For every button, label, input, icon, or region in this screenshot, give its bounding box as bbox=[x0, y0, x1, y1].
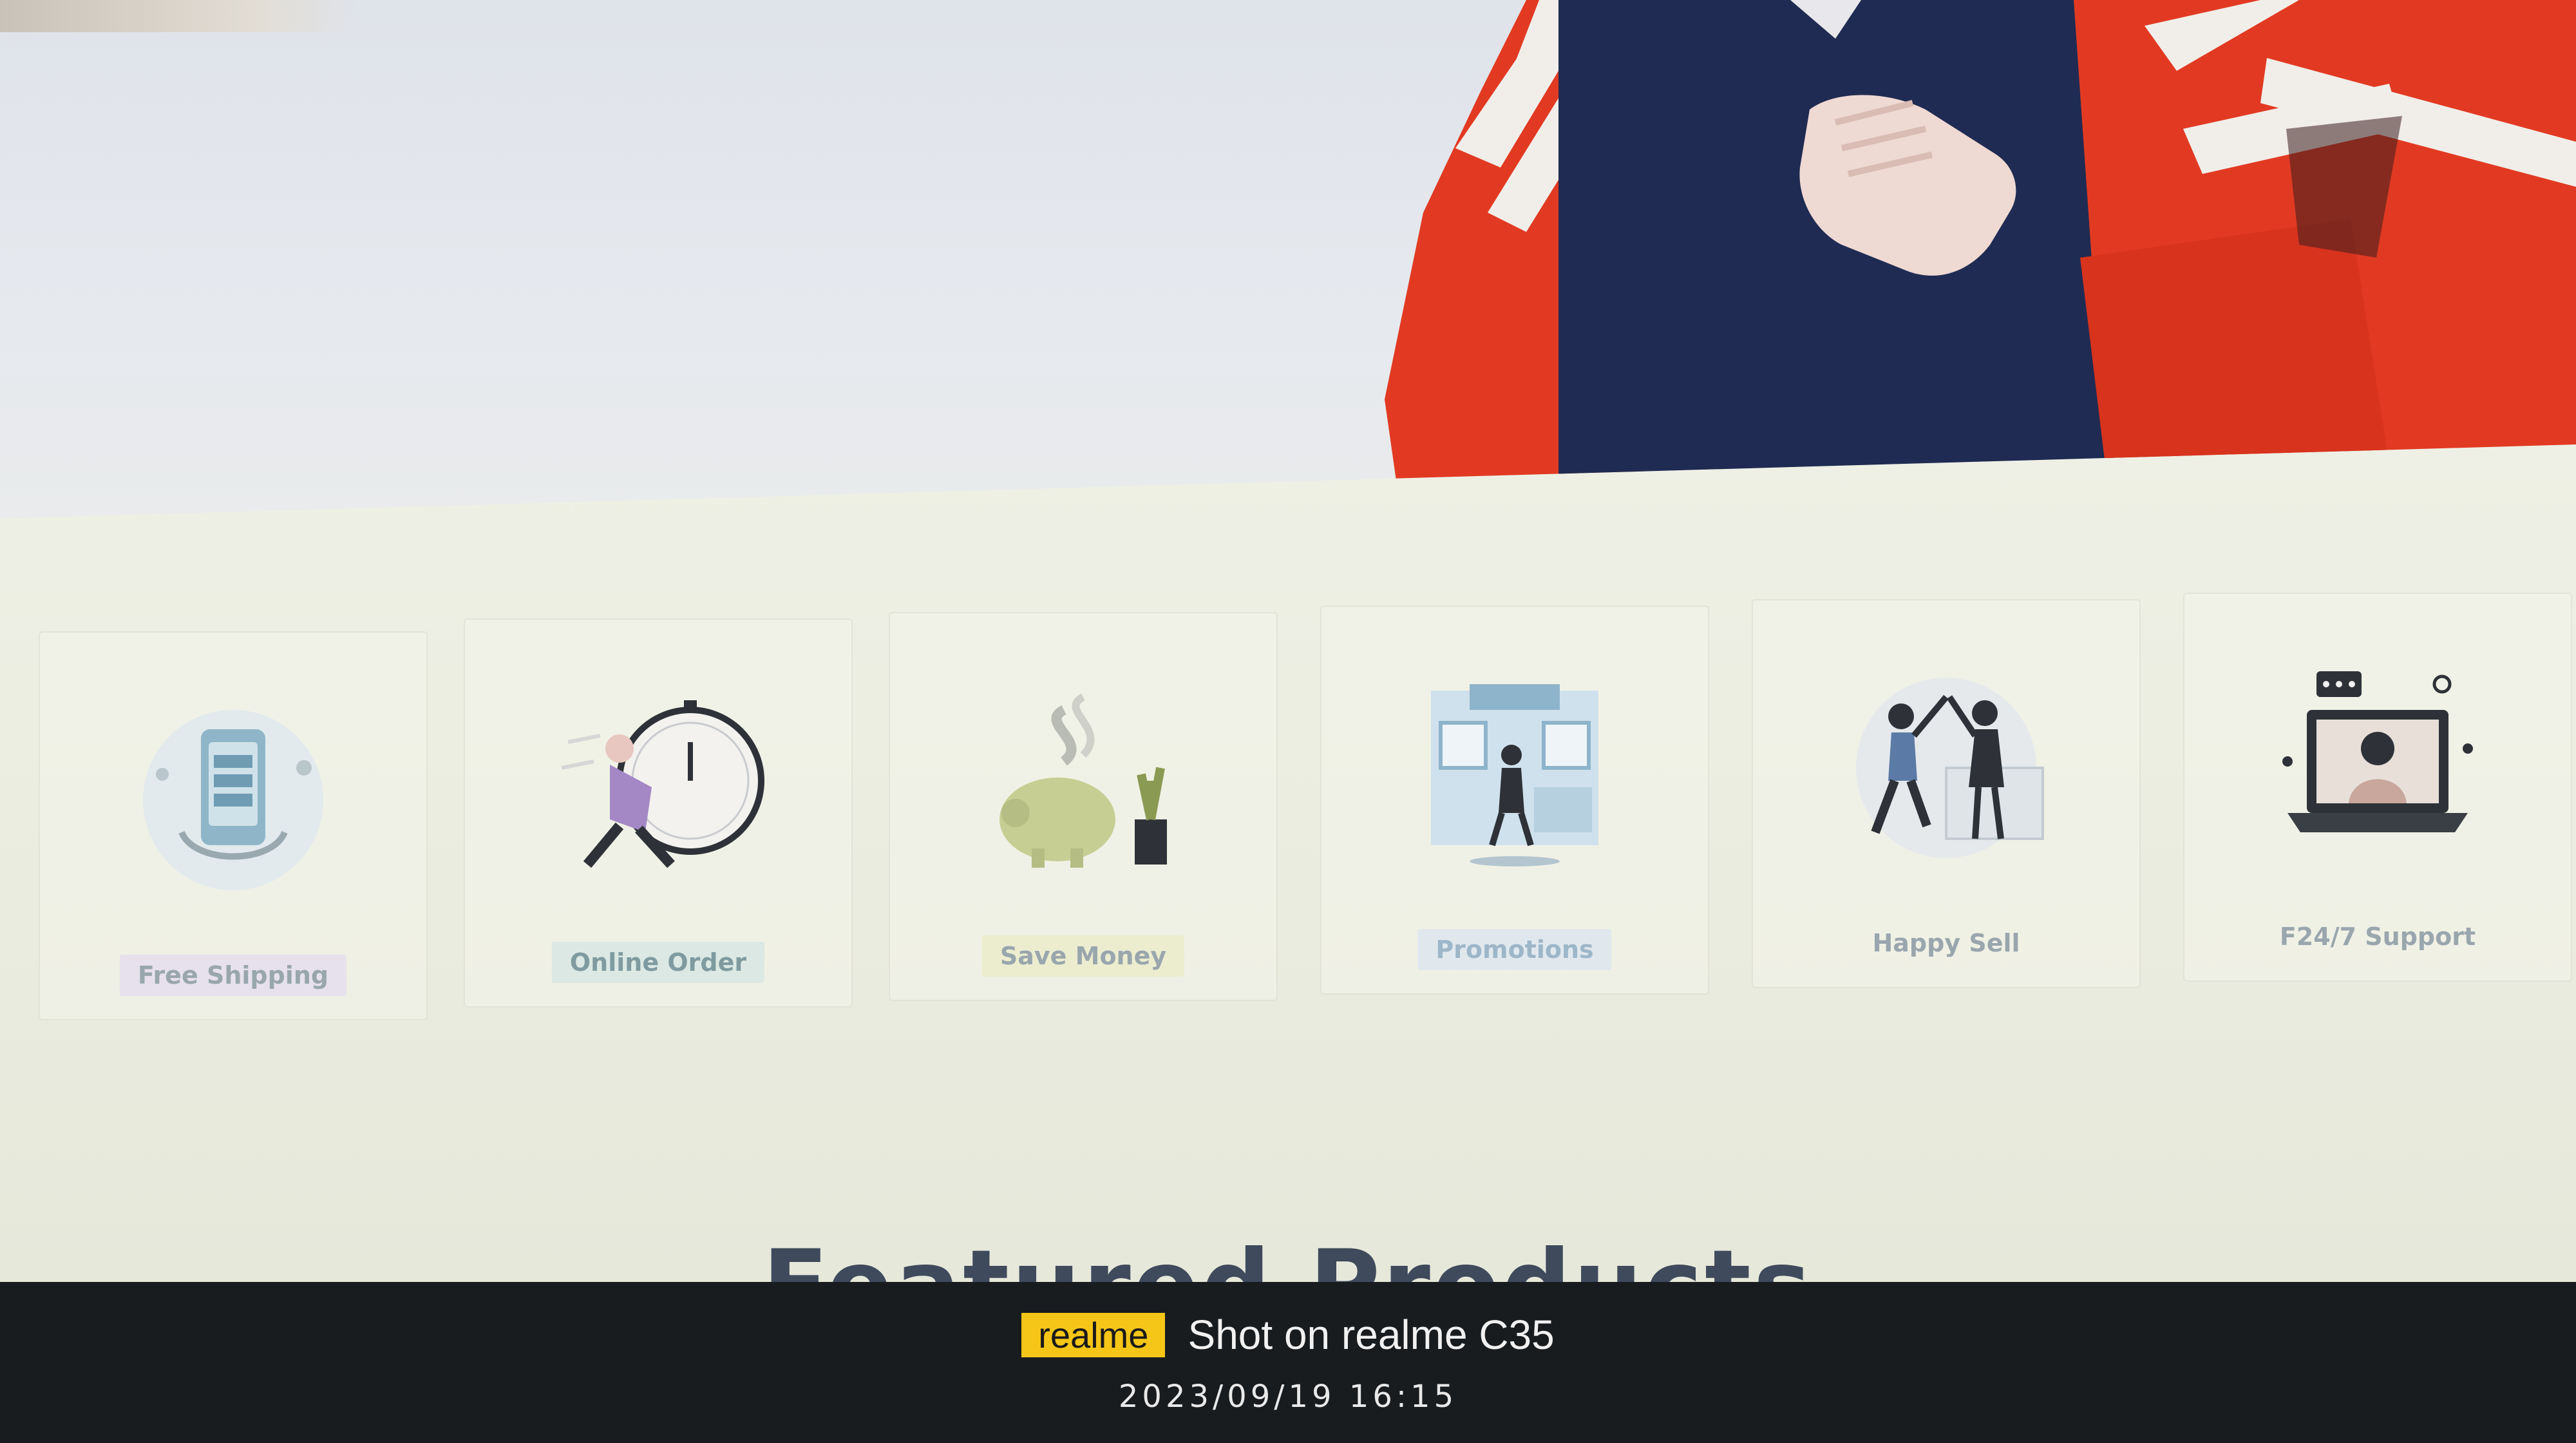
hero-corner-smudge bbox=[0, 0, 361, 32]
feature-card-online-order[interactable]: Online Order bbox=[464, 618, 853, 1008]
phone-shopping-icon bbox=[143, 710, 323, 890]
piggy-bank-icon bbox=[999, 693, 1167, 868]
feature-label: Save Money bbox=[981, 935, 1185, 977]
storefront-icon bbox=[1431, 684, 1598, 866]
photo-datetime: 2023/09/19 16:15 bbox=[1118, 1379, 1458, 1415]
runner-clock-icon bbox=[561, 700, 764, 868]
feature-label: Online Order bbox=[551, 942, 765, 983]
shot-on-caption: Shot on realme C35 bbox=[1188, 1312, 1555, 1358]
feature-card-support[interactable]: F24/7 Support bbox=[2183, 593, 2572, 982]
high-five-icon bbox=[1856, 678, 2044, 858]
realme-logo: realme bbox=[1021, 1312, 1166, 1357]
feature-card-free-shipping[interactable]: Free Shipping bbox=[39, 631, 428, 1020]
website-screen: Free Shipping Online Order Save Money Pr… bbox=[0, 0, 2576, 1295]
camera-watermark-bar: realme Shot on realme C35 2023/09/19 16:… bbox=[0, 1282, 2576, 1443]
feature-label: Free Shipping bbox=[119, 955, 347, 996]
feature-label: Promotions bbox=[1417, 929, 1612, 970]
laptop-support-icon bbox=[2282, 671, 2473, 832]
features-row: Free Shipping Online Order Save Money Pr… bbox=[39, 593, 2572, 1031]
feature-label: F24/7 Support bbox=[2279, 922, 2476, 951]
feature-card-save-money[interactable]: Save Money bbox=[889, 612, 1278, 1001]
hero-banner bbox=[0, 0, 2576, 519]
feature-label: Happy Sell bbox=[1872, 929, 2020, 957]
feature-card-promotions[interactable]: Promotions bbox=[1320, 606, 1709, 995]
watermark-row: realme Shot on realme C35 bbox=[0, 1311, 2576, 1359]
hero-model-image bbox=[1385, 0, 2576, 490]
feature-card-happy-sell[interactable]: Happy Sell bbox=[1752, 599, 2141, 988]
